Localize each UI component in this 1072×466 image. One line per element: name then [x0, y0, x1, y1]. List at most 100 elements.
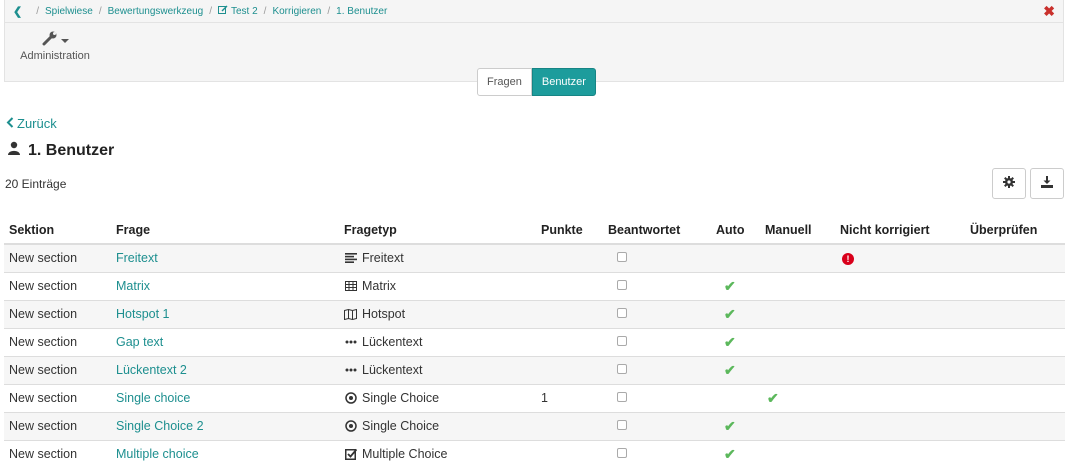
cell-answered	[603, 412, 711, 441]
cell-question-type: Matrix	[339, 272, 536, 301]
cell-answered	[603, 328, 711, 357]
question-link[interactable]: Lückentext 2	[116, 363, 187, 377]
view-segmented-control: Fragen Benutzer	[477, 68, 596, 96]
question-link[interactable]: Matrix	[116, 279, 150, 293]
table-settings-button[interactable]	[992, 168, 1026, 199]
cell-section: New section	[4, 440, 111, 466]
question-type-label: Single Choice	[362, 419, 440, 433]
breadcrumb: ❮ / Spielwiese / Bewertungswerkzeug / Te…	[5, 0, 1063, 23]
check-icon: ✔	[724, 445, 736, 462]
segment-benutzer[interactable]: Benutzer	[531, 68, 596, 96]
cell-review	[965, 272, 1065, 301]
answered-checkbox[interactable]	[617, 280, 627, 290]
answered-checkbox[interactable]	[617, 420, 627, 430]
cell-review	[965, 244, 1065, 273]
column-header-fragetyp[interactable]: Fragetyp	[339, 217, 536, 245]
caret-down-icon	[60, 32, 69, 47]
question-type-label: Lückentext	[362, 363, 423, 377]
breadcrumb-back-icon[interactable]: ❮	[13, 5, 22, 18]
breadcrumb-item-spielwiese[interactable]: Spielwiese	[45, 6, 93, 17]
cell-question: Hotspot 1	[111, 300, 339, 329]
answered-checkbox[interactable]	[617, 336, 627, 346]
question-link[interactable]: Freitext	[116, 251, 158, 265]
download-button[interactable]	[1030, 168, 1064, 199]
column-header-sektion[interactable]: Sektion	[4, 217, 111, 245]
answered-checkbox[interactable]	[617, 448, 627, 458]
column-header-beantwortet[interactable]: Beantwortet	[603, 217, 711, 245]
ellipsis-icon	[344, 340, 357, 344]
table-row: New section Gap text Lückentext ✔	[4, 328, 1065, 357]
cell-question: Lückentext 2	[111, 356, 339, 385]
answered-checkbox[interactable]	[617, 364, 627, 374]
column-header-manuell[interactable]: Manuell	[760, 217, 835, 245]
cell-not-corrected	[835, 300, 965, 329]
question-type-label: Single Choice	[362, 391, 440, 405]
table-row: New section Single Choice 2 Single Choice ✔	[4, 412, 1065, 441]
check-icon: ✔	[724, 305, 736, 322]
cell-auto	[711, 244, 760, 273]
check-icon: ✔	[724, 417, 736, 434]
align-left-icon	[344, 253, 357, 264]
question-link[interactable]: Single Choice 2	[116, 419, 204, 433]
results-table: Sektion Frage Fragetyp Punkte Beantworte…	[4, 217, 1065, 466]
cell-not-corrected	[835, 384, 965, 413]
table-row: New section Single choice Single Choice 1 ✔	[4, 384, 1065, 413]
cell-question-type: Single Choice	[339, 384, 536, 413]
question-type-label: Lückentext	[362, 335, 423, 349]
cell-auto: ✔	[711, 328, 760, 357]
cell-not-corrected	[835, 356, 965, 385]
cell-not-corrected	[835, 272, 965, 301]
cell-auto: ✔	[711, 300, 760, 329]
answered-checkbox[interactable]	[617, 308, 627, 318]
answered-checkbox[interactable]	[617, 252, 627, 263]
breadcrumb-item-current: 1. Benutzer	[336, 5, 388, 17]
cell-answered	[603, 244, 711, 273]
question-link[interactable]: Multiple choice	[116, 447, 199, 461]
column-header-frage[interactable]: Frage	[111, 217, 339, 245]
cell-question-type: Hotspot	[339, 300, 536, 329]
question-link[interactable]: Gap text	[116, 335, 163, 349]
edit-icon	[217, 5, 228, 18]
user-icon	[8, 141, 20, 160]
cell-answered	[603, 300, 711, 329]
cell-points	[536, 272, 603, 301]
cell-not-corrected	[835, 412, 965, 441]
back-link[interactable]: Zurück	[6, 116, 57, 131]
cell-review	[965, 384, 1065, 413]
cell-auto	[711, 384, 760, 413]
cell-manual: ✔	[760, 384, 835, 413]
column-header-nicht-korrigiert[interactable]: Nicht korrigiert	[835, 217, 965, 245]
table-row: New section Multiple choice Multiple Choic…	[4, 440, 1065, 466]
column-header-auto[interactable]: Auto	[711, 217, 760, 245]
cell-question-type: Multiple Choice	[339, 440, 536, 466]
wrench-icon	[42, 30, 58, 49]
cell-review	[965, 412, 1065, 441]
breadcrumb-separator: /	[209, 5, 212, 17]
download-icon	[1041, 176, 1053, 191]
cell-auto: ✔	[711, 412, 760, 441]
question-link[interactable]: Hotspot 1	[116, 307, 170, 321]
cell-points	[536, 300, 603, 329]
table-row: New section Matrix Matrix ✔	[4, 272, 1065, 301]
column-header-punkte[interactable]: Punkte	[536, 217, 603, 245]
cell-not-corrected	[835, 328, 965, 357]
breadcrumb-item-korrigieren[interactable]: Korrigieren	[272, 6, 321, 17]
back-link-label: Zurück	[17, 116, 57, 131]
check-icon: ✔	[724, 277, 736, 294]
cell-points: 1	[536, 384, 603, 413]
cell-review	[965, 440, 1065, 466]
close-icon[interactable]: ✖	[1043, 4, 1055, 18]
administration-dropdown[interactable]: Administration	[19, 30, 91, 62]
column-header-ueberpruefen[interactable]: Überprüfen	[965, 217, 1065, 245]
cell-manual	[760, 300, 835, 329]
cell-points	[536, 440, 603, 466]
cell-manual	[760, 244, 835, 273]
cell-points	[536, 412, 603, 441]
cell-answered	[603, 272, 711, 301]
answered-checkbox[interactable]	[617, 392, 627, 402]
breadcrumb-item-test[interactable]: Test 2	[217, 5, 258, 18]
breadcrumb-item-bewertungswerkzeug[interactable]: Bewertungswerkzeug	[108, 6, 204, 17]
cell-points	[536, 244, 603, 273]
question-link[interactable]: Single choice	[116, 391, 190, 405]
segment-fragen[interactable]: Fragen	[477, 68, 532, 96]
